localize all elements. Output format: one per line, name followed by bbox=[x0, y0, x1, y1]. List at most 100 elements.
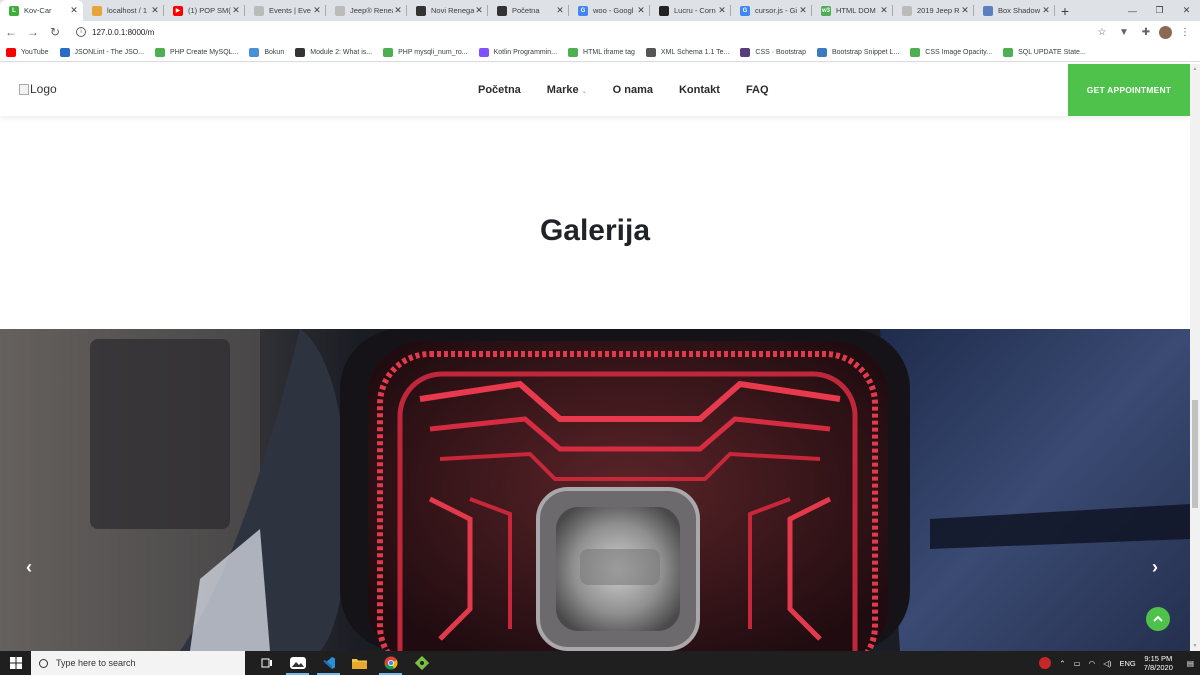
profile-avatar[interactable] bbox=[1159, 25, 1172, 39]
nav-item[interactable]: Početna bbox=[478, 84, 521, 96]
bookmark-item[interactable]: Module 2: What is... bbox=[295, 47, 373, 57]
tab-close-icon[interactable]: ✕ bbox=[879, 5, 889, 16]
new-tab-button[interactable]: + bbox=[1055, 0, 1075, 21]
git-app-icon[interactable] bbox=[406, 651, 437, 675]
bookmark-item[interactable]: Kotlin Programmin... bbox=[478, 47, 557, 57]
back-icon[interactable]: ← bbox=[0, 21, 22, 43]
main-navigation: Početna Marke ⌄ O nama Kontakt FAQ bbox=[478, 64, 795, 116]
bookmark-favicon-icon bbox=[568, 47, 579, 57]
browser-tab[interactable]: localhost / 1 ✕ bbox=[83, 0, 164, 21]
browser-tab[interactable]: Events | Eve ✕ bbox=[245, 0, 326, 21]
browser-tab-active[interactable]: L Kov-Car ✕ bbox=[0, 0, 83, 21]
bookmark-star-icon[interactable]: ☆ bbox=[1093, 23, 1111, 41]
address-bar[interactable]: i 127.0.0.1:8000/m bbox=[72, 23, 1087, 41]
file-explorer-icon[interactable] bbox=[344, 651, 375, 675]
gallery-slider[interactable]: ‹ › bbox=[0, 329, 1190, 651]
tab-title: Events | Eve bbox=[269, 6, 311, 15]
vscode-icon[interactable] bbox=[313, 651, 344, 675]
browser-tab[interactable]: Novi Renega ✕ bbox=[407, 0, 488, 21]
task-view-icon[interactable] bbox=[251, 651, 282, 675]
tab-close-icon[interactable]: ✕ bbox=[150, 5, 160, 16]
volume-icon[interactable]: ◁) bbox=[1103, 659, 1111, 668]
bookmark-label: PHP Create MySQL... bbox=[170, 48, 239, 56]
site-logo[interactable]: Logo bbox=[19, 82, 57, 96]
bookmark-item[interactable]: YouTube bbox=[6, 47, 49, 57]
slider-next-arrow[interactable]: › bbox=[1152, 557, 1158, 578]
nav-item-label: O nama bbox=[612, 84, 653, 96]
notifications-icon[interactable]: ▤ bbox=[1187, 659, 1194, 668]
minimize-icon[interactable]: — bbox=[1119, 0, 1146, 21]
browser-tab[interactable]: w3 HTML DOM ✕ bbox=[812, 0, 893, 21]
site-info-icon[interactable]: i bbox=[76, 27, 86, 37]
tab-close-icon[interactable]: ✕ bbox=[960, 5, 970, 16]
tab-close-icon[interactable]: ✕ bbox=[393, 5, 403, 16]
scrollbar-thumb[interactable] bbox=[1192, 400, 1198, 508]
language-indicator[interactable]: ENG bbox=[1119, 659, 1135, 668]
tab-close-icon[interactable]: ✕ bbox=[555, 5, 565, 16]
tab-close-icon[interactable]: ✕ bbox=[69, 5, 79, 16]
bookmark-item[interactable]: CSS · Bootstrap bbox=[740, 47, 806, 57]
nav-item[interactable]: FAQ bbox=[746, 84, 769, 96]
bookmark-label: XML Schema 1.1 Te... bbox=[660, 48, 730, 56]
windows-start-button[interactable] bbox=[0, 651, 31, 675]
tab-favicon-icon: ▶ bbox=[173, 5, 183, 16]
get-appointment-button[interactable]: GET APPOINTMENT bbox=[1068, 64, 1190, 116]
scroll-down-icon[interactable]: ▼ bbox=[1190, 641, 1200, 651]
system-clock[interactable]: 9:15 PM 7/8/2020 bbox=[1144, 654, 1173, 672]
bookmark-label: Module 2: What is... bbox=[310, 48, 373, 56]
bookmark-favicon-icon bbox=[249, 47, 260, 57]
reload-icon[interactable]: ↻ bbox=[44, 21, 66, 43]
wifi-icon[interactable]: ◠ bbox=[1089, 659, 1096, 668]
nav-item[interactable]: Kontakt bbox=[679, 84, 720, 96]
browser-tab[interactable]: 2019 Jeep R ✕ bbox=[893, 0, 974, 21]
forward-icon[interactable]: → bbox=[22, 21, 44, 43]
antivirus-tray-icon[interactable] bbox=[1039, 657, 1052, 669]
browser-tab[interactable]: Jeep® Renea ✕ bbox=[326, 0, 407, 21]
tab-favicon-icon bbox=[335, 5, 345, 16]
bookmark-item[interactable]: SQL UPDATE State... bbox=[1003, 47, 1086, 57]
bookmark-item[interactable]: PHP mysqli_num_ro... bbox=[383, 47, 468, 57]
bookmark-item[interactable]: CSS Image Opacity... bbox=[910, 47, 992, 57]
taskbar-search-input[interactable]: Type here to search bbox=[31, 651, 245, 675]
tab-close-icon[interactable]: ✕ bbox=[798, 5, 808, 16]
show-hidden-icons-icon[interactable]: ⌃ bbox=[1059, 659, 1065, 668]
page-scrollbar[interactable]: ▲ ▼ bbox=[1190, 64, 1200, 651]
slider-prev-arrow[interactable]: ‹ bbox=[26, 557, 32, 578]
tab-favicon-icon bbox=[659, 5, 669, 16]
bookmark-item[interactable]: Bokun bbox=[249, 47, 284, 57]
tab-close-icon[interactable]: ✕ bbox=[717, 5, 727, 16]
chrome-icon[interactable] bbox=[375, 651, 406, 675]
menu-kebab-icon[interactable]: ⋮ bbox=[1176, 23, 1194, 41]
tab-close-icon[interactable]: ✕ bbox=[231, 5, 241, 16]
url-text: 127.0.0.1:8000/m bbox=[92, 27, 155, 37]
bookmark-item[interactable]: XML Schema 1.1 Te... bbox=[645, 47, 730, 57]
nav-item-label: Početna bbox=[478, 84, 521, 96]
bookmark-favicon-icon bbox=[478, 47, 489, 57]
tab-close-icon[interactable]: ✕ bbox=[474, 5, 484, 16]
scroll-up-icon[interactable]: ▲ bbox=[1190, 64, 1200, 74]
tab-close-icon[interactable]: ✕ bbox=[636, 5, 646, 16]
bookmark-favicon-icon bbox=[1003, 47, 1014, 57]
tab-close-icon[interactable]: ✕ bbox=[312, 5, 322, 16]
bookmark-item[interactable]: PHP Create MySQL... bbox=[155, 47, 239, 57]
photos-app-icon[interactable] bbox=[282, 651, 313, 675]
browser-tab[interactable]: Box Shadow ✕ bbox=[974, 0, 1055, 21]
nav-item[interactable]: O nama bbox=[613, 84, 653, 96]
bookmark-item[interactable]: Bootstrap Snippet L... bbox=[816, 47, 899, 57]
tab-close-icon[interactable]: ✕ bbox=[1041, 5, 1051, 16]
browser-tab[interactable]: Gwoo - Googl ✕ bbox=[569, 0, 650, 21]
network-icon[interactable]: ▭ bbox=[1074, 659, 1081, 668]
bookmark-item[interactable]: JSONLint - The JSO... bbox=[59, 47, 144, 57]
back-to-top-button[interactable] bbox=[1146, 607, 1170, 631]
nav-item[interactable]: Marke ⌄ bbox=[547, 84, 587, 96]
close-window-icon[interactable]: ✕ bbox=[1173, 0, 1200, 21]
extension-filter-icon[interactable]: ▼ bbox=[1115, 23, 1133, 41]
browser-tab[interactable]: Lucru - Corn ✕ bbox=[650, 0, 731, 21]
restore-icon[interactable]: ❐ bbox=[1146, 0, 1173, 21]
browser-tab[interactable]: Početna ✕ bbox=[488, 0, 569, 21]
bookmark-item[interactable]: HTML iframe tag bbox=[568, 47, 635, 57]
tab-favicon-icon bbox=[416, 5, 426, 16]
extensions-puzzle-icon[interactable]: ✚ bbox=[1137, 23, 1155, 41]
browser-tab[interactable]: ▶ (1) POP SM(✕ bbox=[164, 0, 245, 21]
browser-tab[interactable]: Gcursor.js - Gi ✕ bbox=[731, 0, 812, 21]
